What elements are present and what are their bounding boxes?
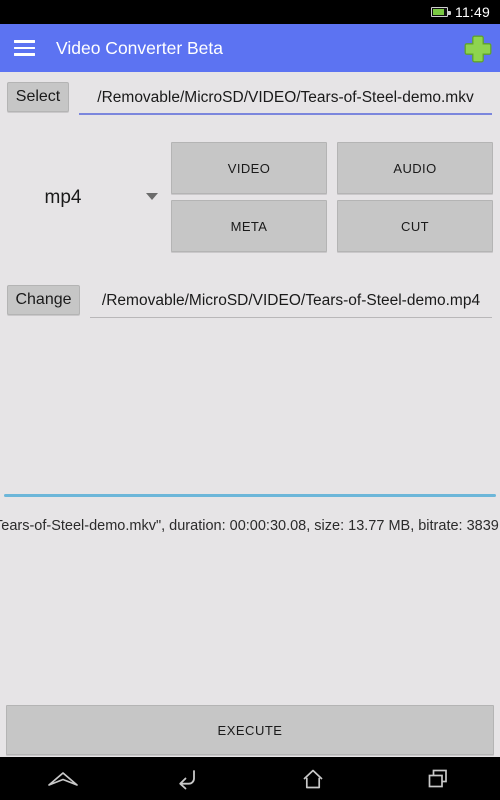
source-path-value: /Removable/MicroSD/VIDEO/Tears-of-Steel-… bbox=[97, 88, 474, 106]
cut-button[interactable]: CUT bbox=[337, 200, 493, 252]
battery-icon bbox=[431, 7, 451, 17]
execute-button[interactable]: EXECUTE bbox=[6, 705, 494, 755]
media-info-row: Tears-of-Steel-demo.mkv", duration: 00:0… bbox=[0, 518, 500, 540]
recents-icon[interactable] bbox=[375, 757, 500, 800]
source-path-field[interactable]: /Removable/MicroSD/VIDEO/Tears-of-Steel-… bbox=[79, 82, 492, 115]
status-bar-clock: 11:49 bbox=[455, 4, 490, 20]
home-icon[interactable] bbox=[250, 757, 375, 800]
change-button[interactable]: Change bbox=[7, 285, 80, 315]
back-arrow-icon[interactable] bbox=[125, 757, 250, 800]
android-nav-bar bbox=[0, 757, 500, 800]
chevron-down-icon bbox=[146, 193, 158, 200]
android-screen: 11:49 Video Converter Beta Select /Remov… bbox=[0, 0, 500, 800]
chevron-up-icon[interactable] bbox=[0, 757, 125, 800]
format-spinner[interactable]: mp4 bbox=[8, 140, 168, 255]
output-path-field[interactable]: /Removable/MicroSD/VIDEO/Tears-of-Steel-… bbox=[90, 285, 492, 318]
audio-button[interactable]: AUDIO bbox=[337, 142, 493, 194]
app-bar: Video Converter Beta bbox=[0, 24, 500, 72]
action-button-grid: VIDEO AUDIO META CUT bbox=[171, 142, 493, 252]
output-path-value: /Removable/MicroSD/VIDEO/Tears-of-Steel-… bbox=[101, 292, 481, 309]
video-button[interactable]: VIDEO bbox=[171, 142, 327, 194]
hamburger-menu-icon[interactable] bbox=[0, 24, 48, 72]
plus-icon[interactable] bbox=[456, 24, 500, 72]
change-output-row: Change /Removable/MicroSD/VIDEO/Tears-of… bbox=[0, 285, 500, 323]
status-bar: 11:49 bbox=[0, 0, 500, 24]
app-title: Video Converter Beta bbox=[56, 37, 224, 58]
format-spinner-value: mp4 bbox=[44, 186, 82, 208]
select-file-row: Select /Removable/MicroSD/VIDEO/Tears-of… bbox=[0, 82, 500, 120]
section-divider bbox=[4, 494, 496, 497]
format-and-actions: mp4 VIDEO AUDIO META CUT bbox=[0, 140, 500, 255]
meta-button[interactable]: META bbox=[171, 200, 327, 252]
media-info-text: Tears-of-Steel-demo.mkv", duration: 00:0… bbox=[0, 518, 500, 534]
select-button[interactable]: Select bbox=[7, 82, 69, 112]
